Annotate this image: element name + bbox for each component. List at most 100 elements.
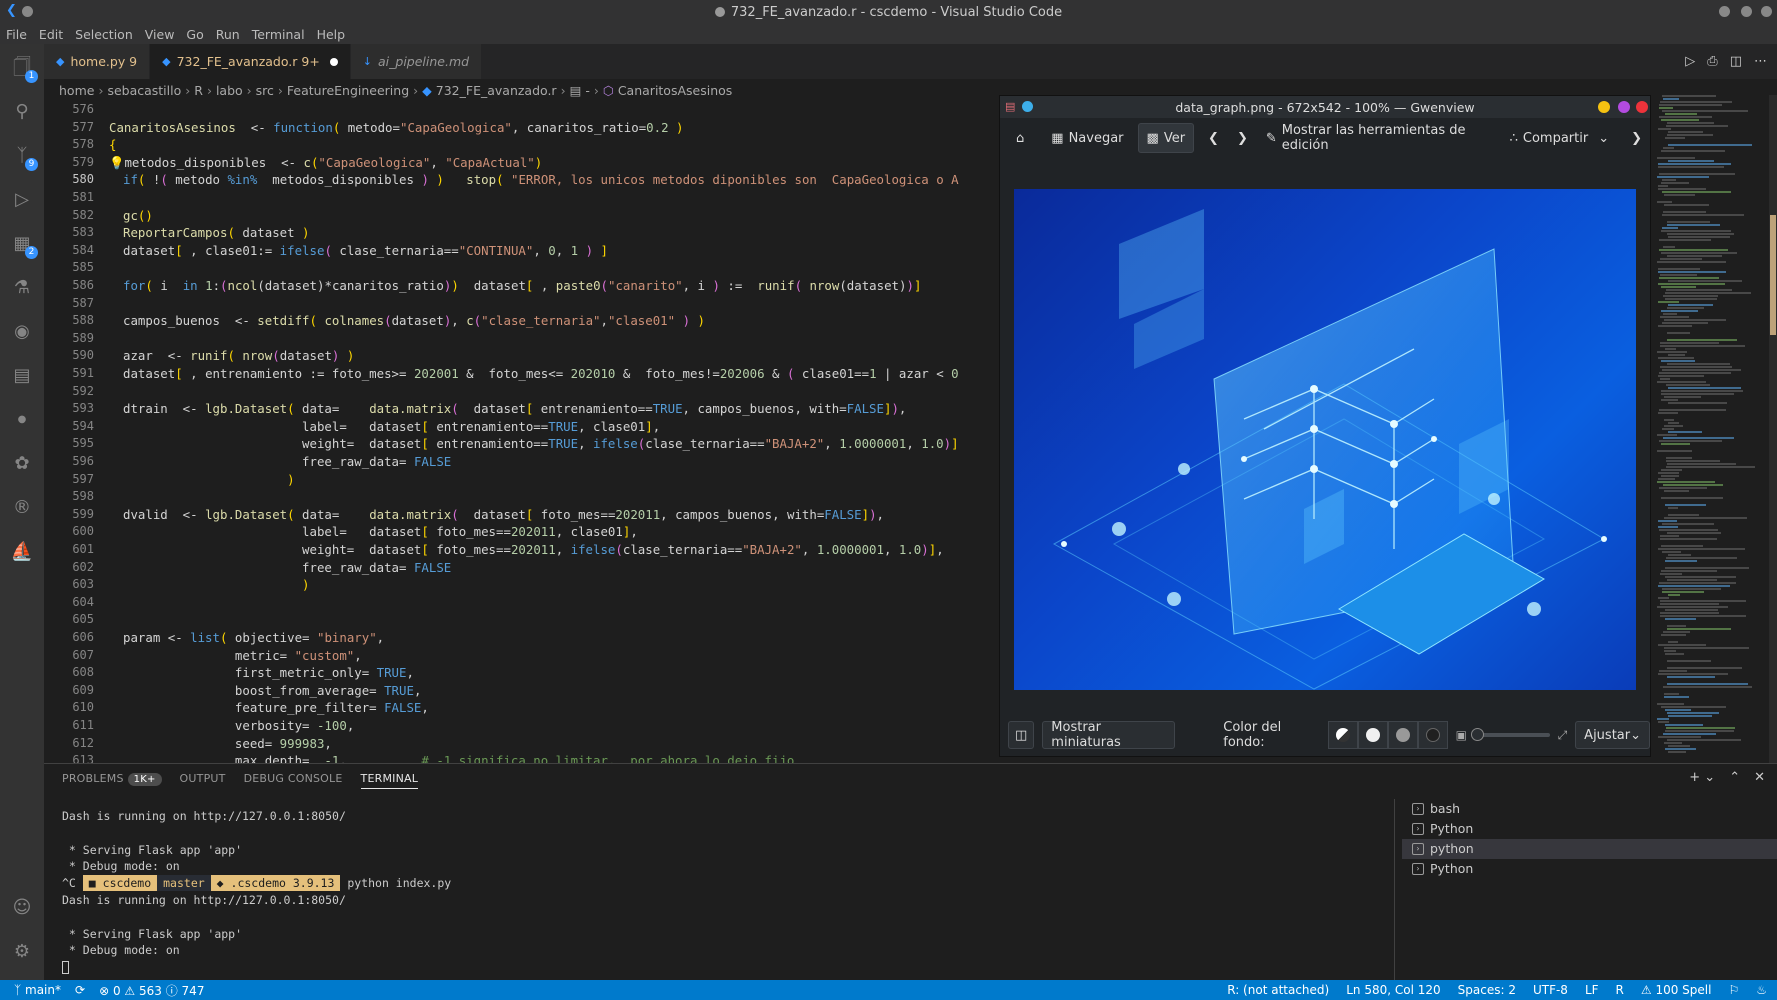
json-icon[interactable]: ● [10,408,34,432]
minimize-button[interactable] [1719,6,1730,17]
minimap-line [1657,718,1669,720]
more-actions-icon[interactable]: ⋯ [1754,54,1767,69]
previous-button[interactable]: ❮ [1200,123,1227,153]
terminal-output[interactable]: Dash is running on http://127.0.0.1:8050… [62,808,451,976]
tab-terminal[interactable]: TERMINAL [360,772,419,789]
editor-scrollbar[interactable] [1769,95,1777,763]
source-control-icon[interactable]: ᛉ9 [10,144,38,171]
home-button[interactable]: ⌂ [1008,123,1037,153]
search-icon[interactable]: ⚲ [10,100,34,124]
code-editor[interactable]: 576 577 578 579 580 581 582 583 584 585 586 587 588 5… [44,101,999,763]
close-panel-icon[interactable]: ✕ [1754,770,1765,785]
cursor-position[interactable]: Ln 580, Col 120 [1346,983,1440,997]
menu-run[interactable]: Run [216,27,240,42]
testing-icon[interactable]: ⚗ [10,276,34,300]
terminal-item-python-2[interactable]: › python [1402,839,1777,859]
tab-debug-console[interactable]: DEBUG CONSOLE [244,772,343,789]
notifications-bell-icon[interactable]: ♨ [1756,983,1767,997]
breadcrumb-item[interactable]: 732_FE_avanzado.r [436,83,557,98]
docker-icon[interactable]: ⛵ [10,540,34,564]
zoom-select[interactable]: Ajustar ⌄ [1575,721,1651,749]
sync-icon[interactable]: ⟳ [75,983,85,997]
menu-help[interactable]: Help [317,27,346,42]
run-debug-icon[interactable]: ▷ [10,188,34,212]
show-thumbnails-label: Mostrar miniaturas [1051,720,1121,750]
breadcrumb-item[interactable]: home [59,83,94,98]
encoding-status[interactable]: UTF-8 [1533,983,1568,997]
minimap-line [1660,274,1697,276]
bg-gray-swatch[interactable] [1387,721,1418,749]
new-terminal-icon[interactable]: + ⌄ [1689,770,1715,785]
zoom-out-icon[interactable]: ▣ [1456,728,1467,742]
gwen-maximize-button[interactable] [1618,101,1630,113]
breadcrumb-item[interactable]: R [194,83,203,98]
minimap-line [1662,95,1716,97]
close-button[interactable] [1761,6,1772,17]
breadcrumb-item[interactable]: sebacastillo [107,83,181,98]
notebook-icon[interactable]: ▤ [10,364,34,388]
terminal-item-python-1[interactable]: › Python [1402,819,1777,839]
breadcrumb-item[interactable]: FeatureEngineering [287,83,409,98]
branch-status[interactable]: ᛉ main* [14,983,61,997]
eol-status[interactable]: LF [1585,983,1599,997]
navigate-button[interactable]: ▦ Navegar [1043,123,1131,153]
gwen-minimize-button[interactable] [1598,101,1610,113]
maximize-panel-icon[interactable]: ⌃ [1729,770,1740,785]
minimap[interactable] [1651,95,1777,763]
menu-terminal[interactable]: Terminal [252,27,305,42]
menu-selection[interactable]: Selection [75,27,133,42]
pencil-icon: ✎ [1265,130,1277,146]
minimap-line [1664,742,1682,744]
bg-black-swatch[interactable] [1417,721,1448,749]
terminal-item-python-3[interactable]: › Python [1402,859,1777,879]
unsaved-dot-icon[interactable] [329,57,338,66]
zoom-slider[interactable] [1471,728,1550,741]
view-button[interactable]: ▩ Ver [1137,123,1195,153]
feedback-icon[interactable]: ⚐ [1728,983,1739,997]
breadcrumb-item[interactable]: labo [216,83,243,98]
split-editor-icon[interactable]: ◫ [1730,54,1742,69]
explorer-icon[interactable]: 🗍 1 [10,56,38,83]
menu-edit[interactable]: Edit [39,27,63,42]
tab-output[interactable]: OUTPUT [180,772,226,789]
displayed-image[interactable] [1014,189,1636,690]
r-language-icon[interactable]: ® [10,496,34,520]
next-button[interactable]: ❯ [1233,123,1252,153]
minimap-line [1665,609,1718,611]
account-icon[interactable]: ☺ [10,896,34,920]
menu-go[interactable]: Go [186,27,203,42]
settings-gear-icon[interactable]: ⚙ [10,940,34,964]
terminal-item-bash[interactable]: › bash [1402,799,1777,819]
edit-tools-button[interactable]: ✎ Mostrar las herramientas de edición [1258,123,1496,153]
tab-ai-pipeline[interactable]: ↓ ai_pipeline.md [350,44,483,79]
tab-home-py[interactable]: ◆ home.py 9 [44,44,151,79]
more-menu-button[interactable]: ❯ [1623,123,1650,153]
breadcrumb-item[interactable]: src [256,83,274,98]
breadcrumb-item[interactable]: - [585,83,590,98]
leaf-icon[interactable]: ✿ [10,452,34,476]
indentation-status[interactable]: Spaces: 2 [1458,983,1516,997]
bg-white-swatch[interactable] [1357,721,1388,749]
minimap-line [1665,724,1703,726]
maximize-button[interactable] [1741,6,1752,17]
run-icon[interactable]: ▷ [1685,54,1695,69]
bg-auto-swatch[interactable] [1327,721,1358,749]
sidebar-toggle-button[interactable]: ◫ [1008,721,1035,749]
extensions-icon[interactable]: ▦ 2 [10,232,38,259]
menu-view[interactable]: View [145,27,175,42]
spell-status[interactable]: ⚠ 100 Spell [1641,983,1712,997]
show-thumbnails-button[interactable]: Mostrar miniaturas [1042,720,1176,750]
tab-problems[interactable]: PROBLEMS 1K+ [62,772,162,789]
problems-status[interactable]: ⊗ 0 ⚠ 563 ⓘ 747 [99,982,204,999]
gwen-close-button[interactable] [1636,101,1648,113]
print-icon[interactable]: ⎙ [1707,54,1717,69]
tab-fe-avanzado[interactable]: ◆ 732_FE_avanzado.r 9+ [150,44,351,79]
share-button[interactable]: ∴ Compartir ⌄ [1502,123,1618,153]
github-icon[interactable]: ◉ [10,320,34,344]
menu-file[interactable]: File [6,27,27,42]
fit-icon[interactable]: ⤢ [1558,728,1568,743]
r-session-status[interactable]: R: (not attached) [1227,983,1329,997]
breadcrumb-item[interactable]: CanaritosAsesinos [618,83,732,98]
language-mode[interactable]: R [1616,983,1624,997]
zoom-slider-handle[interactable] [1471,728,1484,741]
